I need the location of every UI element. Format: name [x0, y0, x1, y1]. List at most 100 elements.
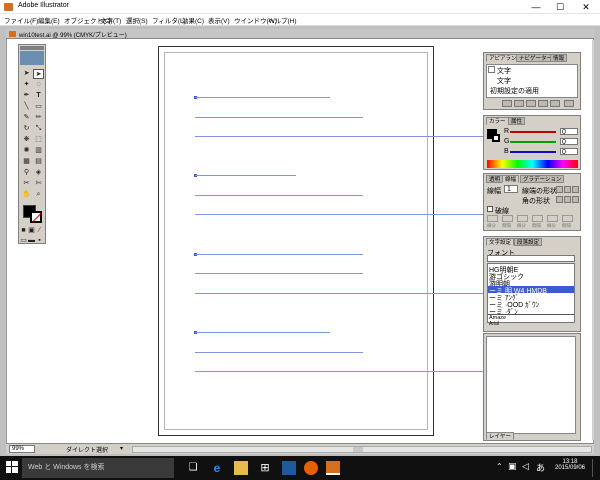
blend-tool-icon[interactable]: ◈	[33, 168, 44, 178]
menu-filter[interactable]: フィルタ(L)	[152, 15, 186, 25]
text-line[interactable]	[195, 136, 483, 137]
pencil-icon[interactable]: ✏	[33, 113, 44, 123]
font-family-dropdown[interactable]	[487, 255, 575, 262]
minimize-button[interactable]: —	[524, 0, 548, 14]
appearance-btn-2[interactable]	[514, 100, 524, 107]
gap-input[interactable]	[502, 215, 513, 222]
screen-mode-2-icon[interactable]: ▬	[28, 236, 35, 246]
text-line[interactable]	[195, 97, 330, 98]
network-icon[interactable]: ▣	[508, 461, 517, 472]
maximize-button[interactable]: ☐	[548, 0, 572, 14]
text-line[interactable]	[195, 117, 363, 118]
line-tool-icon[interactable]: ╲	[21, 102, 32, 112]
vertical-scrollbar[interactable]	[592, 40, 594, 440]
task-view-icon[interactable]: ❏	[186, 461, 200, 475]
appearance-item-character[interactable]: 文字	[497, 76, 511, 86]
paintbrush-icon[interactable]: ✎	[21, 113, 32, 123]
bevel-join-button[interactable]	[572, 196, 579, 203]
text-line[interactable]	[195, 332, 330, 333]
magic-wand-icon[interactable]: ✦	[21, 80, 32, 90]
green-slider[interactable]	[510, 141, 556, 143]
tab-paragraph[interactable]: 段落設定	[514, 238, 543, 246]
lasso-icon[interactable]: ◌	[33, 80, 44, 90]
menu-select[interactable]: 選択(S)	[126, 15, 148, 25]
app-icon[interactable]	[282, 461, 296, 475]
menu-help[interactable]: ヘルプ(H)	[268, 15, 297, 25]
tab-transparency[interactable]: 透明	[486, 175, 504, 183]
font-item-selected[interactable]: ーミ 明 W4 HMDB	[488, 286, 574, 295]
current-tool-display[interactable]: ダイレクト選択	[66, 445, 108, 454]
selection-tool-icon[interactable]: ➤	[21, 69, 32, 79]
dash-input[interactable]	[547, 215, 558, 222]
file-explorer-icon[interactable]	[234, 461, 248, 475]
stroke-weight-input[interactable]: 1	[504, 185, 518, 193]
text-line[interactable]	[195, 175, 296, 176]
clock[interactable]: 13:18 2015/09/06	[550, 459, 590, 471]
color-mode-icon[interactable]: ■	[20, 226, 27, 236]
menu-effect[interactable]: 効果(C)	[182, 15, 204, 25]
scissors-icon[interactable]: ✄	[33, 179, 44, 189]
gradient-mode-icon[interactable]: ▣	[28, 226, 35, 236]
appearance-btn-5[interactable]	[550, 100, 560, 107]
dash-input[interactable]	[517, 215, 528, 222]
color-spectrum-bar[interactable]	[487, 160, 578, 168]
menu-file[interactable]: ファイル(F)	[4, 15, 38, 25]
tab-color[interactable]: カラー	[486, 117, 509, 125]
store-icon[interactable]: ⊞	[258, 461, 272, 475]
rotate-tool-icon[interactable]: ↻	[21, 124, 32, 134]
round-join-button[interactable]	[564, 196, 571, 203]
text-line[interactable]	[195, 214, 483, 215]
blue-slider[interactable]	[510, 151, 556, 153]
trash-icon[interactable]	[564, 100, 574, 107]
font-list[interactable]: HG明朝E 游ゴシック 游明朝 ーミ 明 W4 HMDB ーミ ｱﾝｸﾞ ーミ …	[487, 263, 575, 327]
appearance-btn-3[interactable]	[526, 100, 536, 107]
mesh-tool-icon[interactable]: ▦	[21, 157, 32, 167]
toolbox-grip[interactable]	[20, 46, 44, 50]
miter-join-button[interactable]	[556, 196, 563, 203]
menu-edit[interactable]: 編集(E)	[38, 15, 60, 25]
direct-selection-tool-icon[interactable]: ➤	[33, 69, 44, 79]
tab-layers[interactable]: レイヤー	[486, 432, 514, 440]
dashed-line-checkbox[interactable]	[487, 206, 493, 212]
menu-view[interactable]: 表示(V)	[208, 15, 230, 25]
ime-indicator[interactable]: あ	[536, 461, 545, 474]
horizontal-scrollbar[interactable]	[132, 446, 592, 453]
none-mode-icon[interactable]: ⁄	[36, 226, 43, 236]
text-line[interactable]	[195, 293, 483, 294]
red-slider[interactable]	[510, 131, 556, 133]
windows-start-icon[interactable]	[6, 461, 20, 475]
volume-icon[interactable]: ◁	[522, 461, 529, 472]
chevron-down-icon[interactable]: ▾	[120, 445, 123, 452]
eyedropper-icon[interactable]: ⚲	[21, 168, 32, 178]
blue-value-input[interactable]: 0	[560, 148, 578, 156]
type-tool-icon[interactable]: T	[33, 91, 44, 101]
layers-list[interactable]	[486, 336, 576, 434]
butt-cap-button[interactable]	[556, 186, 563, 193]
text-line[interactable]	[195, 195, 363, 196]
scale-tool-icon[interactable]: ⤡	[33, 124, 44, 134]
screen-mode-1-icon[interactable]: ▭	[20, 236, 27, 246]
appearance-btn-1[interactable]	[502, 100, 512, 107]
menu-type[interactable]: 文字(T)	[100, 15, 121, 25]
text-line[interactable]	[195, 371, 483, 372]
tab-character[interactable]: 文字設定	[486, 238, 515, 246]
firefox-icon[interactable]	[304, 461, 318, 475]
appearance-btn-4[interactable]	[538, 100, 548, 107]
tab-attributes[interactable]: 属性	[508, 117, 526, 125]
free-transform-icon[interactable]: ⬚	[33, 135, 44, 145]
gap-input[interactable]	[562, 215, 573, 222]
round-cap-button[interactable]	[564, 186, 571, 193]
hand-tool-icon[interactable]: ✋	[21, 190, 32, 200]
slice-tool-icon[interactable]: ✂	[21, 179, 32, 189]
symbol-sprayer-icon[interactable]: ✺	[21, 146, 32, 156]
zoom-tool-icon[interactable]: ⌕	[33, 190, 44, 200]
dash-input[interactable]	[487, 215, 498, 222]
tab-info[interactable]: 情報	[550, 54, 568, 62]
red-value-input[interactable]: 0	[560, 128, 578, 136]
font-item[interactable]: Arial	[489, 321, 499, 327]
graph-tool-icon[interactable]: ▥	[33, 146, 44, 156]
screen-mode-3-icon[interactable]: ▪	[36, 236, 43, 246]
taskbar-search-box[interactable]: Web と Windows を検索	[22, 458, 174, 478]
system-tray-chevron-icon[interactable]: ⌃	[496, 462, 503, 471]
text-line[interactable]	[195, 273, 363, 274]
